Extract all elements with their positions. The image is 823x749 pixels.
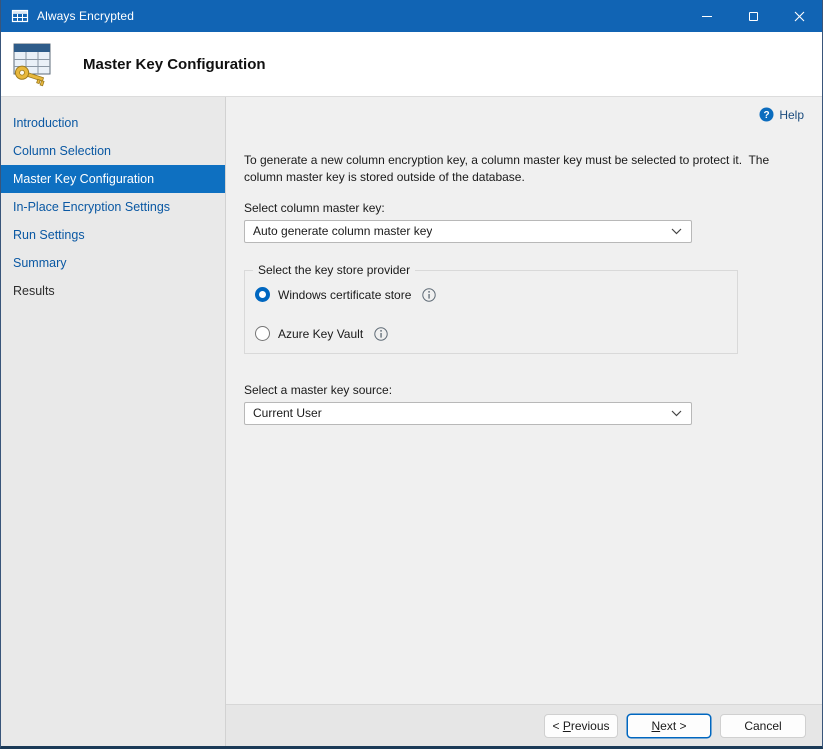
azure-key-vault-label: Azure Key Vault <box>278 327 363 341</box>
content-column: ? Help To generate a new column encrypti… <box>226 97 822 746</box>
always-encrypted-window: Always Encrypted <box>0 0 823 749</box>
maximize-icon <box>749 12 758 21</box>
sidebar-item-results: Results <box>1 277 225 305</box>
sidebar-item-master-key-configuration[interactable]: Master Key Configuration <box>1 165 225 193</box>
key-store-provider-group: Select the key store provider Windows ce… <box>244 270 738 354</box>
window-title: Always Encrypted <box>37 9 134 23</box>
cancel-button[interactable]: Cancel <box>720 714 806 738</box>
wizard-body: Introduction Column Selection Master Key… <box>1 97 822 746</box>
window-controls <box>684 0 822 32</box>
sidebar-item-column-selection[interactable]: Column Selection <box>1 137 225 165</box>
wizard-footer: < Previous Next > Cancel <box>226 704 822 746</box>
svg-text:?: ? <box>764 110 770 121</box>
help-row: ? Help <box>226 97 822 122</box>
page-title: Master Key Configuration <box>83 56 266 73</box>
chevron-down-icon <box>671 410 682 417</box>
wizard-steps-sidebar: Introduction Column Selection Master Key… <box>1 97 226 746</box>
page-description: To generate a new column encryption key,… <box>244 152 778 186</box>
azure-key-vault-option[interactable]: Azure Key Vault <box>255 325 725 343</box>
close-button[interactable] <box>776 0 822 32</box>
next-button[interactable]: Next > <box>627 714 711 738</box>
master-key-icon <box>9 40 61 88</box>
radio-windows-certificate-store[interactable] <box>255 287 270 302</box>
sidebar-item-in-place-encryption-settings[interactable]: In-Place Encryption Settings <box>1 193 225 221</box>
help-label: Help <box>779 108 804 122</box>
close-icon <box>794 11 805 22</box>
titlebar: Always Encrypted <box>1 0 822 32</box>
sidebar-item-introduction[interactable]: Introduction <box>1 109 225 137</box>
help-icon: ? <box>759 107 774 122</box>
app-icon <box>11 8 29 24</box>
maximize-button[interactable] <box>730 0 776 32</box>
column-master-key-combobox[interactable]: Auto generate column master key <box>244 220 692 243</box>
minimize-button[interactable] <box>684 0 730 32</box>
help-link[interactable]: ? Help <box>759 107 804 122</box>
info-icon[interactable] <box>374 327 388 341</box>
wizard-header: Master Key Configuration <box>1 32 822 97</box>
windows-certificate-store-label: Windows certificate store <box>278 288 411 302</box>
info-icon[interactable] <box>422 288 436 302</box>
column-master-key-value: Auto generate column master key <box>253 224 432 238</box>
main-panel: ? Help To generate a new column encrypti… <box>226 97 822 704</box>
chevron-down-icon <box>671 228 682 235</box>
sidebar-item-run-settings[interactable]: Run Settings <box>1 221 225 249</box>
previous-button[interactable]: < Previous <box>544 714 618 738</box>
master-key-source-label: Select a master key source: <box>244 383 822 397</box>
minimize-icon <box>702 16 712 17</box>
master-key-source-value: Current User <box>253 406 322 420</box>
windows-certificate-store-option[interactable]: Windows certificate store <box>255 286 725 304</box>
key-store-provider-label: Select the key store provider <box>253 263 415 277</box>
sidebar-item-summary[interactable]: Summary <box>1 249 225 277</box>
master-key-source-combobox[interactable]: Current User <box>244 402 692 425</box>
column-master-key-label: Select column master key: <box>244 201 822 215</box>
radio-azure-key-vault[interactable] <box>255 326 270 341</box>
